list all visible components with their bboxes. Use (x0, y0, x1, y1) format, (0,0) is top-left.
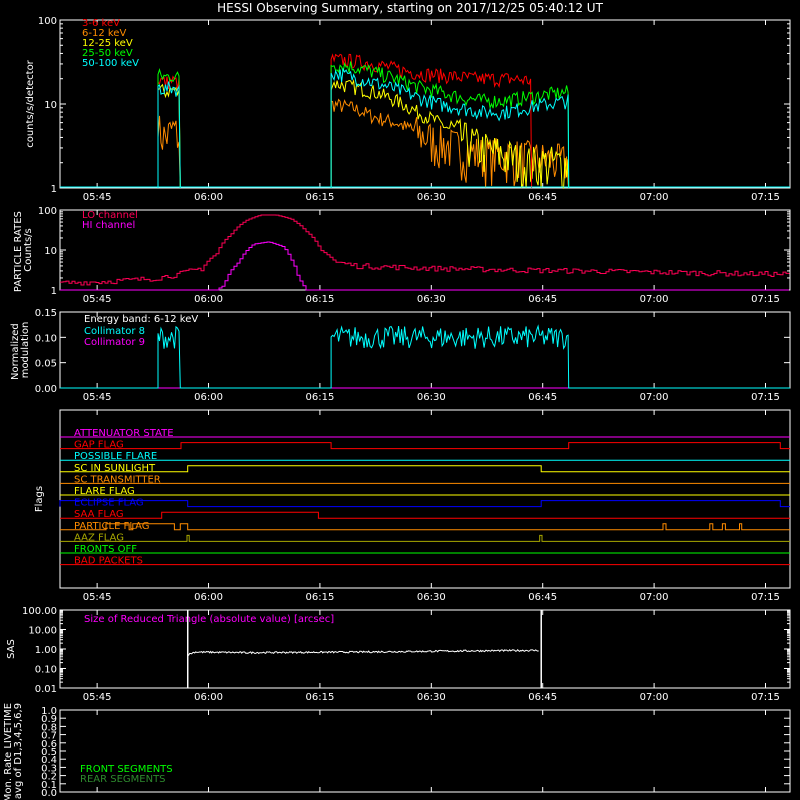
time-tick-label: 06:30 (417, 592, 446, 603)
y-tick-label: 1.00 (35, 645, 57, 656)
time-tick-label: 06:15 (306, 192, 335, 203)
y-tick-label: 1 (51, 184, 57, 195)
y-tick-label: 100 (38, 16, 57, 27)
time-tick-label: 07:00 (640, 192, 669, 203)
time-tick-label: 06:45 (528, 294, 557, 305)
y-tick-label: 0.10 (35, 665, 57, 676)
legend-entry: 50-100 keV (82, 58, 139, 69)
flag-line (60, 523, 790, 531)
plot-layer: 05:45 06:00 06:15 06:30 06:45 07:00 07:1511010… (22, 16, 790, 799)
particle-series-crimson (60, 214, 790, 286)
time-tick-label: 06:00 (194, 294, 223, 305)
particle-ylabel-line2: Counts/s (23, 228, 34, 272)
time-tick-label: 06:45 (528, 392, 557, 403)
time-tick-label: 05:45 (83, 392, 112, 403)
time-tick-label: 05:45 (83, 592, 112, 603)
time-tick-label: 07:00 (640, 592, 669, 603)
time-tick-label: 06:30 (417, 392, 446, 403)
time-tick-label: 06:30 (417, 692, 446, 703)
particle-series-magenta (60, 241, 789, 291)
time-tick-label: 06:15 (306, 294, 335, 305)
time-tick-label: 05:45 (83, 192, 112, 203)
legend-entry: Collimator 9 (84, 337, 145, 348)
y-tick-label: 0.00 (35, 384, 57, 395)
livetime-ylabel-line2: avg of D1,3,4,5,6,9 (13, 703, 24, 799)
legend-entry: Collimator 8 (84, 326, 145, 337)
sas-annotation: Size of Reduced Triangle (absolute value… (84, 614, 334, 625)
counts-frame (59, 19, 791, 189)
time-tick-label: 07:15 (751, 294, 780, 305)
y-tick-label: 0.05 (35, 359, 57, 370)
y-tick-label: 0.10 (35, 333, 57, 344)
counts-ylabel: counts/s/detector (25, 59, 36, 147)
modulation-ylabel-line2: modulation (20, 322, 31, 379)
time-tick-label: 07:00 (640, 392, 669, 403)
time-tick-label: 07:00 (640, 692, 669, 703)
time-tick-label: 06:30 (417, 192, 446, 203)
flag-line (59, 500, 790, 508)
sas-ylabel: SAS (6, 639, 17, 659)
time-tick-label: 06:00 (194, 392, 223, 403)
flags-ylabel: Flags (34, 486, 45, 512)
counts-series-orange (330, 98, 570, 189)
flag-line (60, 442, 790, 450)
chart-title: HESSI Observing Summary, starting on 201… (217, 1, 603, 15)
y-tick-label: 100 (38, 206, 57, 217)
time-tick-label: 05:45 (83, 294, 112, 305)
time-tick-label: 06:45 (528, 692, 557, 703)
time-tick-label: 07:00 (640, 294, 669, 305)
time-tick-label: 06:15 (306, 592, 335, 603)
legend-entry: HI channel (82, 220, 135, 231)
y-tick-label: 1.0 (41, 706, 57, 717)
time-tick-label: 06:15 (306, 692, 335, 703)
time-tick-label: 06:45 (528, 192, 557, 203)
y-tick-label: 100.00 (22, 606, 57, 617)
y-tick-label: 1 (51, 286, 57, 297)
modulation-ylabel: Normalized modulation (10, 320, 31, 380)
flag-line (60, 465, 790, 473)
y-tick-label: 10 (44, 100, 57, 111)
y-tick-label: 10.00 (28, 626, 57, 637)
y-tick-label: 10 (44, 246, 57, 257)
observing-summary: HESSI Observing Summary, starting on 201… (3, 1, 791, 800)
time-tick-label: 06:00 (194, 192, 223, 203)
livetime-frame (59, 709, 791, 793)
time-tick-label: 06:00 (194, 692, 223, 703)
time-tick-label: 07:15 (751, 592, 780, 603)
y-tick-label: 0.01 (35, 684, 57, 695)
time-tick-label: 05:45 (83, 692, 112, 703)
time-tick-label: 06:15 (306, 392, 335, 403)
flag-line (60, 511, 790, 519)
time-tick-label: 06:30 (417, 294, 446, 305)
flag-line (60, 534, 790, 542)
time-tick-label: 07:15 (751, 192, 780, 203)
time-tick-label: 07:15 (751, 692, 780, 703)
time-tick-label: 06:00 (194, 592, 223, 603)
collimator-8-line (60, 324, 790, 389)
time-tick-label: 06:45 (528, 592, 557, 603)
livetime-ylabel: Mon. Rate LIVETIME avg of D1,3,4,5,6,9 (3, 700, 24, 800)
flag-label: ECLIPSE FLAG (74, 498, 144, 509)
particle-ylabel: PARTICLE RATES Counts/s (13, 208, 34, 292)
y-tick-label: 0.15 (35, 308, 57, 319)
counts-series-orange (157, 115, 181, 189)
legend-entry: REAR SEGMENTS (80, 774, 166, 785)
sas-series (187, 649, 539, 657)
modulation-annotation: Energy band: 6-12 keV (84, 314, 198, 325)
time-tick-label: 07:15 (751, 392, 780, 403)
